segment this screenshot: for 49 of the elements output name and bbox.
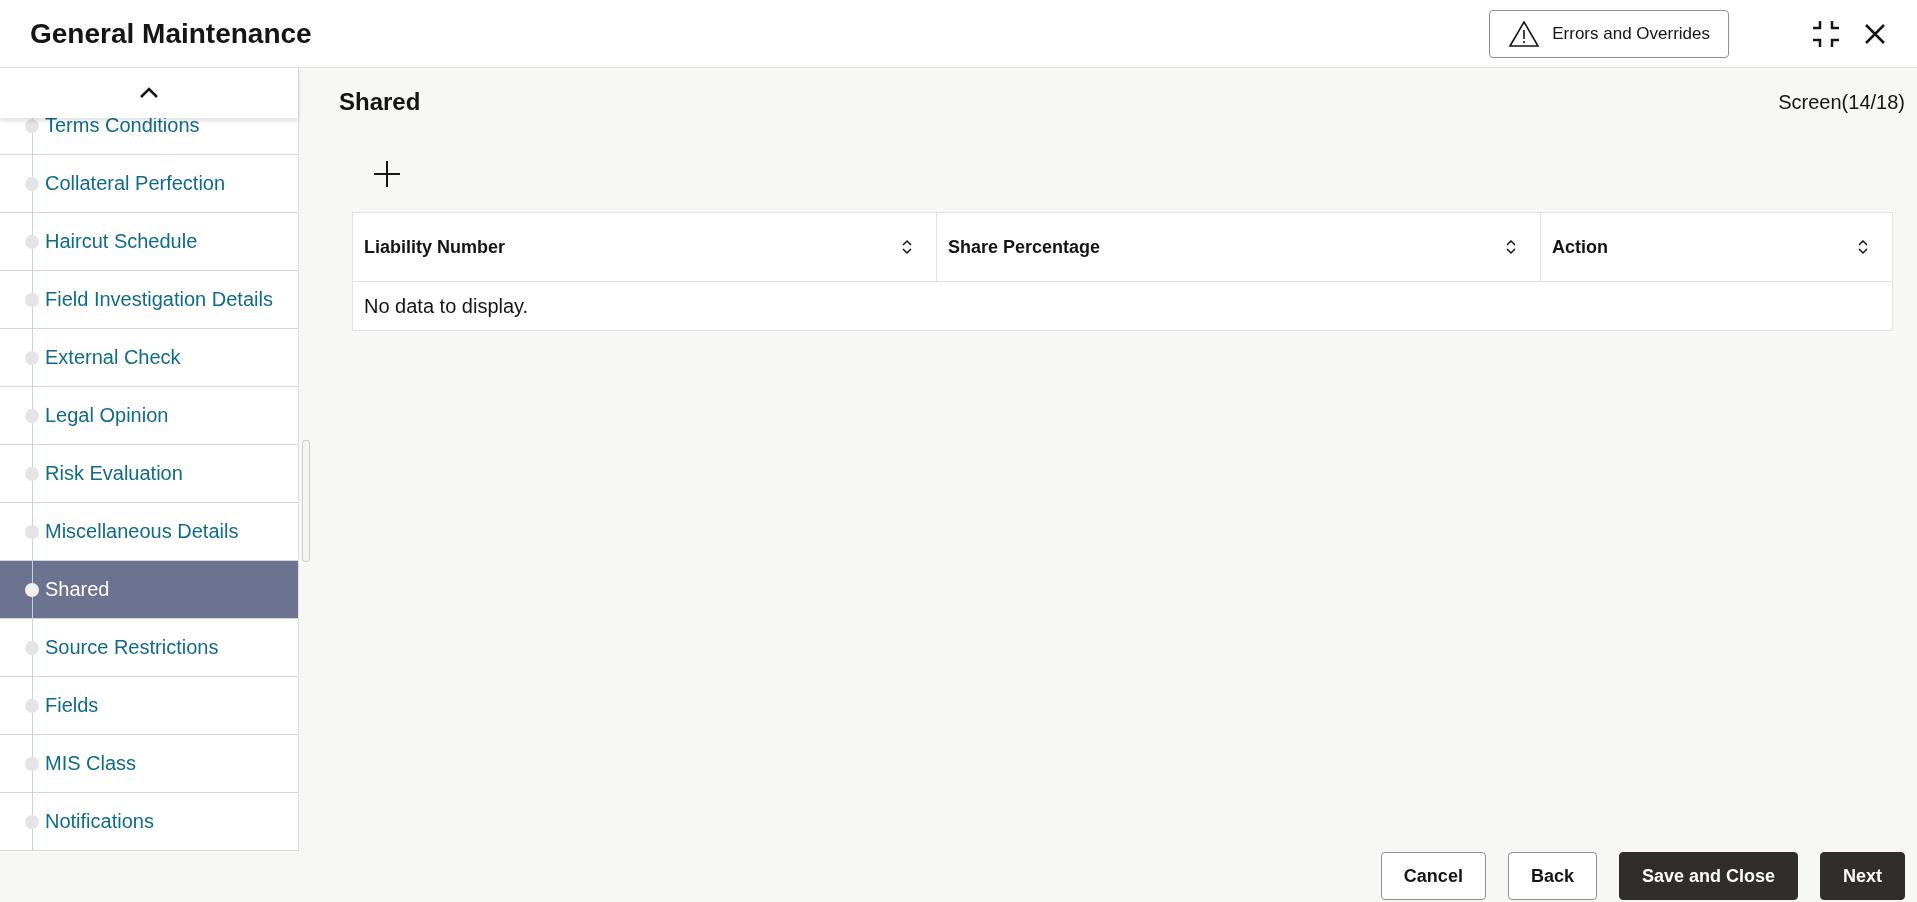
warning-icon (1508, 19, 1541, 48)
step-dot-icon (25, 640, 39, 655)
errors-button[interactable]: Errors and Overrides (1489, 9, 1729, 58)
window-title: General Maintenance (30, 17, 313, 50)
step-dot-icon (25, 466, 39, 481)
column-header[interactable]: Action (1540, 213, 1892, 281)
empty-message: No data to display. (363, 293, 530, 319)
sort-icon (1506, 239, 1516, 255)
column-title: Action (1552, 236, 1608, 258)
column-title: Share Percentage (948, 236, 1101, 258)
step-dot-icon (25, 582, 39, 597)
step-dot-icon (25, 292, 39, 307)
step-dot-icon (25, 176, 39, 191)
step-dot-icon (25, 524, 39, 539)
step-dot-icon (25, 814, 39, 829)
caret-icon (139, 87, 159, 99)
column-header[interactable]: Share Percentage (936, 213, 1540, 281)
screen-counter: Screen(14/18) (1778, 90, 1905, 114)
step-dot-icon (25, 350, 39, 365)
step-dot-icon (25, 756, 39, 771)
sidebar-item[interactable]: Fields (0, 677, 298, 735)
sidebar-item[interactable]: Risk Evaluation (0, 445, 298, 503)
sort-icon (902, 239, 912, 255)
sidebar-item[interactable]: Legal Opinion (0, 387, 298, 445)
footer-button[interactable]: Back (1507, 852, 1597, 900)
sidebar-item[interactable]: MIS Class (0, 735, 298, 793)
step-dot-icon (25, 234, 39, 249)
sidebar-item[interactable]: Terms Conditions (0, 118, 298, 155)
minimize-icon[interactable] (1811, 18, 1841, 49)
sidebar-item[interactable]: Notifications (0, 793, 298, 851)
close-icon[interactable] (1863, 21, 1887, 46)
scrollbar[interactable] (302, 440, 310, 562)
sidebar-item[interactable]: Shared (0, 561, 298, 619)
step-dot-icon (25, 408, 39, 423)
sidebar-item[interactable]: Collateral Perfection (0, 155, 298, 213)
footer-button[interactable]: Next (1820, 852, 1905, 900)
sort-icon (1858, 239, 1868, 255)
step-dot-icon (25, 698, 39, 713)
column-title: Liability Number (364, 236, 506, 258)
footer-button[interactable]: Save and Close (1618, 852, 1798, 900)
sidebar-item[interactable]: Field Investigation Details (0, 271, 298, 329)
column-header[interactable]: Liability Number (353, 213, 936, 281)
sidebar-item[interactable]: Miscellaneous Details (0, 503, 298, 561)
section-title: Shared (339, 88, 421, 116)
step-dot-icon (25, 118, 39, 133)
sidebar-item[interactable]: Haircut Schedule (0, 213, 298, 271)
sidebar-item[interactable]: External Check (0, 329, 298, 387)
footer-button[interactable]: Cancel (1380, 852, 1486, 900)
sidebar-item[interactable]: Source Restrictions (0, 619, 298, 677)
